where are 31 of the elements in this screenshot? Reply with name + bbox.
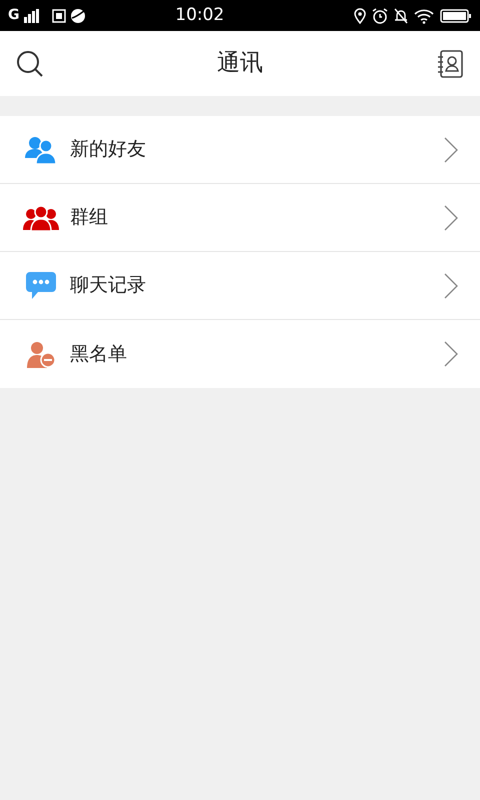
battery-icon: [440, 8, 472, 24]
clock-time: 10:02: [174, 4, 226, 27]
menu-label: 群组: [70, 205, 109, 230]
menu-row[interactable]: 新的好友: [0, 116, 480, 184]
alarm-icon: [372, 8, 388, 24]
search-icon: [16, 50, 44, 78]
menu-label: 新的好友: [70, 137, 147, 162]
group-icon: [23, 204, 59, 230]
people-icon: [25, 136, 57, 164]
chevron-right-icon: [444, 341, 458, 367]
wifi-icon: [414, 8, 434, 24]
bell-off-icon: [394, 8, 408, 24]
menu-row[interactable]: 群组: [0, 184, 480, 252]
globe-icon: [70, 8, 86, 24]
signal-icon: [24, 8, 40, 22]
chevron-right-icon: [444, 204, 458, 230]
address-book-icon: [437, 50, 463, 78]
contacts-button[interactable]: [436, 48, 464, 78]
location-icon: [354, 8, 366, 24]
chevron-right-icon: [444, 272, 458, 298]
network-type: G: [8, 6, 20, 25]
menu-label: 黑名单: [70, 342, 128, 367]
menu-row[interactable]: 黑名单: [0, 320, 480, 388]
menu-row[interactable]: 聊天记录: [0, 252, 480, 320]
search-button[interactable]: [16, 50, 44, 78]
sim-icon: [52, 8, 66, 22]
chevron-right-icon: [444, 136, 458, 162]
chat-bubble-icon: [26, 272, 56, 300]
page-title: 通讯: [216, 49, 264, 78]
menu-label: 聊天记录: [70, 273, 147, 298]
person-minus-icon: [26, 340, 56, 368]
